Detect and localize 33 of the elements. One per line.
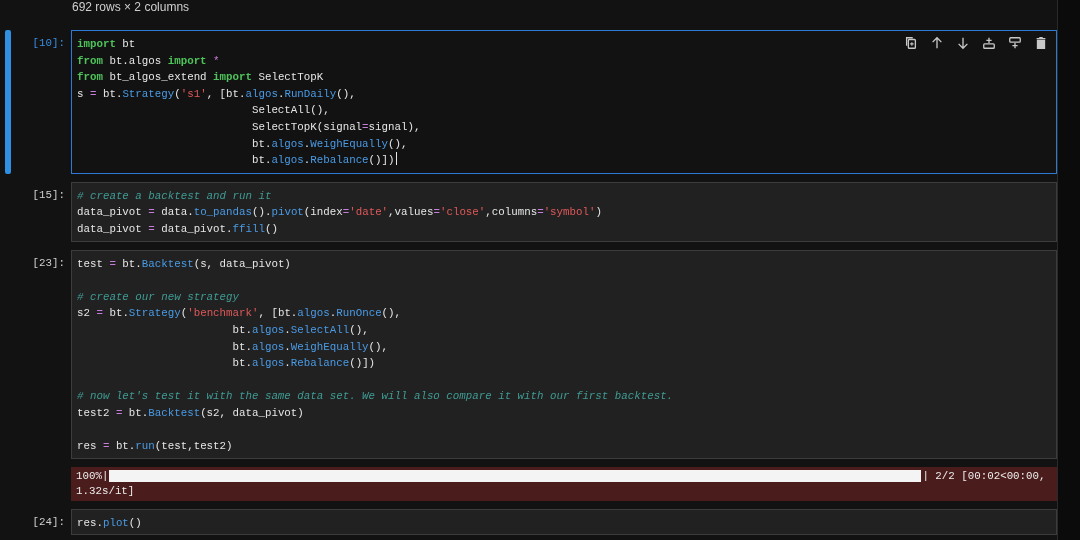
code-line: res.plot() — [77, 515, 142, 531]
code-line: bt.algos.WeighEqually(), — [250, 136, 408, 152]
code-line: # create a backtest and run it — [77, 188, 272, 204]
code-editor[interactable] — [71, 249, 1057, 459]
code-line: # now let's test it with the same data set. We will also compare it with our first backtest. — [77, 389, 674, 405]
code-line: bt.algos.Rebalance()]) — [250, 152, 397, 169]
code-line: from bt.algos import * — [77, 53, 220, 69]
code-line: s2 = bt.Strategy('benchmark', [bt.algos.RunOnce(), — [77, 306, 402, 322]
code-editor[interactable] — [71, 30, 1057, 174]
code-editor[interactable]: # create a backtest and run it data_pivot = data.to_pandas().pivot(index='date',values='close',columns='symbol') data_pivot = data_pivot.ffill() — [71, 181, 1057, 242]
code-line: SelectTopK(signal=signal), — [250, 119, 421, 135]
code-line: s = bt.Strategy('s1', [bt.algos.RunDaily(), — [77, 86, 356, 102]
code-line: # create our new strategy — [77, 289, 239, 305]
code-line: bt.algos.SelectAll(), — [231, 322, 369, 338]
code-line: bt.algos.Rebalance()]) — [231, 356, 376, 372]
execution-count: [24]: — [31, 514, 66, 530]
progress-status: | 2/2 [00:02<00:00, — [922, 468, 1046, 484]
code-editor[interactable]: res.plot() — [71, 508, 1057, 536]
code-line: test2 = bt.Backtest(s2, data_pivot) — [77, 405, 304, 421]
code-line: from bt_algos_extend import SelectTopK — [77, 70, 324, 86]
code-line: import bt — [77, 37, 136, 52]
progress-rate: 1.32s/it] — [76, 483, 136, 499]
code-line: res = bt.run(test,test2) — [77, 439, 233, 455]
progress-percent: 100%| — [76, 468, 109, 484]
execution-count: [23]: — [31, 255, 66, 271]
code-line: SelectAll(), — [250, 103, 330, 119]
output-summary: 692 rows × 2 columns — [72, 0, 191, 14]
execution-count: [15]: — [31, 187, 66, 203]
code-line: data_pivot = data.to_pandas().pivot(index='date',values='close',columns='symbol') — [77, 205, 602, 221]
execution-count: [10]: — [31, 36, 66, 51]
code-line: data_pivot = data_pivot.ffill() — [77, 221, 278, 237]
code-line: test = bt.Backtest(s, data_pivot) — [77, 256, 291, 272]
code-line: bt.algos.WeighEqually(), — [231, 339, 389, 355]
